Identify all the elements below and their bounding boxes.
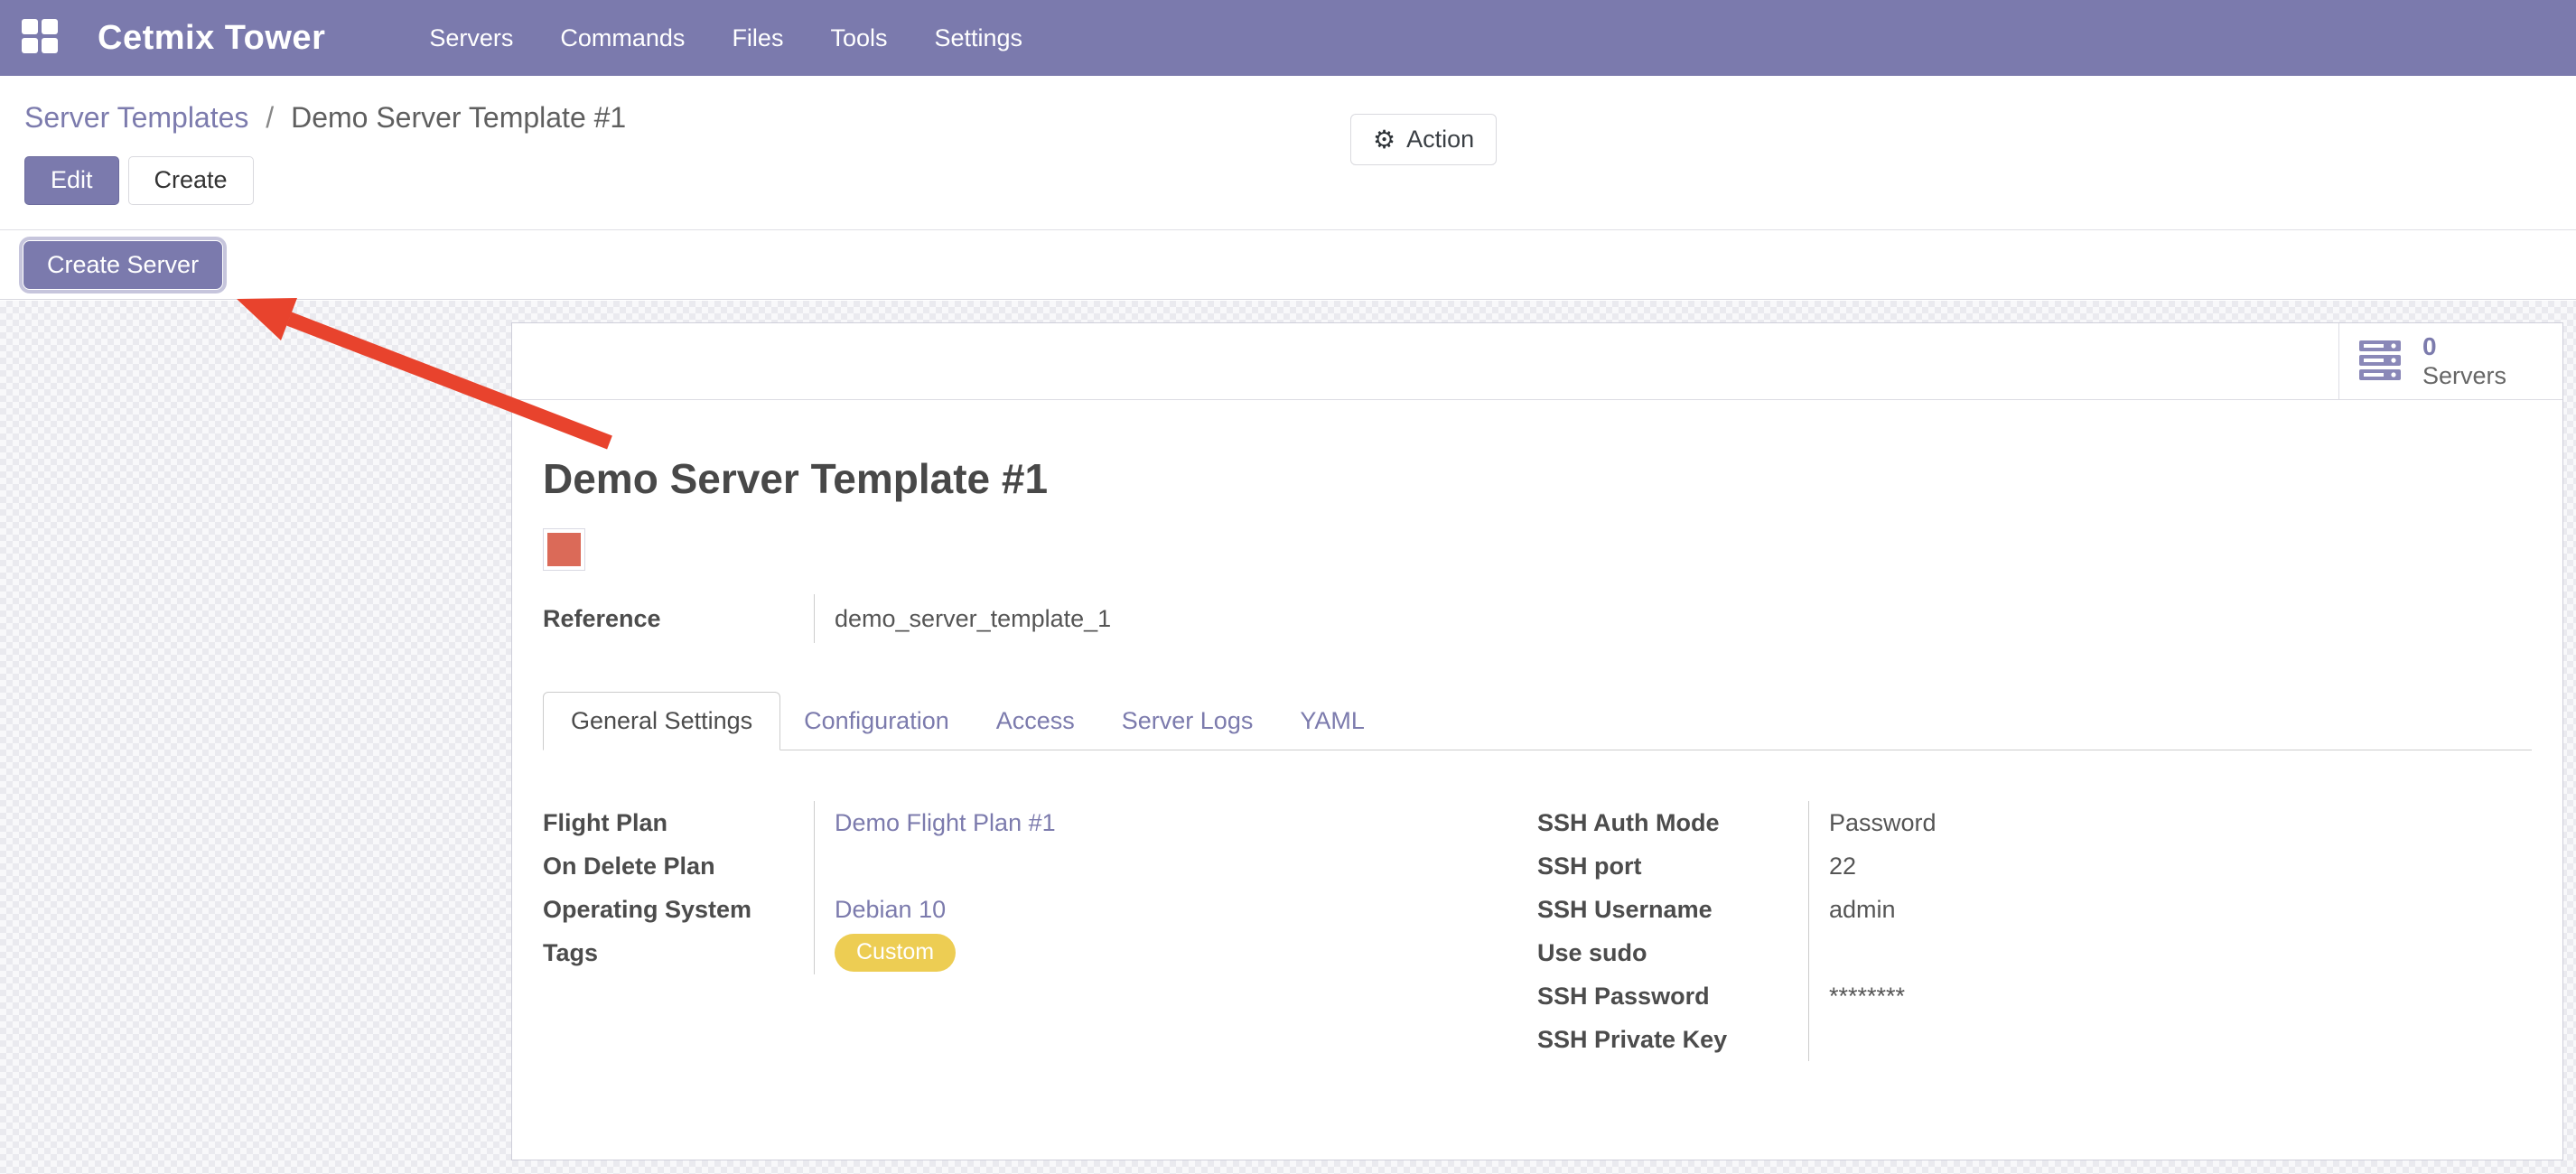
tab-yaml[interactable]: YAML bbox=[1276, 693, 1388, 750]
field-row-on-delete-plan: On Delete Plan bbox=[543, 844, 1537, 888]
ssh-port-label: SSH port bbox=[1537, 853, 1808, 880]
field-row-use-sudo: Use sudo bbox=[1537, 931, 2532, 974]
breadcrumb: Server Templates / Demo Server Template … bbox=[24, 101, 2576, 135]
field-row-operating-system: Operating System Debian 10 bbox=[543, 888, 1537, 931]
breadcrumb-parent-link[interactable]: Server Templates bbox=[24, 101, 248, 134]
main-menu: Servers Commands Files Tools Settings bbox=[429, 24, 1022, 52]
top-navbar: Cetmix Tower Servers Commands Files Tool… bbox=[0, 0, 2576, 76]
tab-access[interactable]: Access bbox=[973, 693, 1098, 750]
general-settings-panel: Flight Plan Demo Flight Plan #1 On Delet… bbox=[543, 801, 2532, 1061]
use-sudo-value bbox=[1808, 931, 2532, 974]
sheet-body: Demo Server Template #1 Reference demo_s… bbox=[512, 454, 2562, 1061]
stat-text: 0 Servers bbox=[2422, 332, 2506, 389]
field-row-tags: Tags Custom bbox=[543, 931, 1537, 974]
reference-field-row: Reference demo_server_template_1 bbox=[543, 594, 2532, 643]
ssh-port-value: 22 bbox=[1808, 844, 2532, 888]
menu-item-servers[interactable]: Servers bbox=[429, 24, 513, 52]
create-server-button[interactable]: Create Server bbox=[23, 240, 223, 290]
create-button[interactable]: Create bbox=[128, 156, 254, 205]
field-row-ssh-password: SSH Password ******** bbox=[1537, 974, 2532, 1018]
field-group-right: SSH Auth Mode Password SSH port 22 SSH U… bbox=[1537, 801, 2532, 1061]
on-delete-plan-value bbox=[814, 844, 1537, 888]
ssh-password-label: SSH Password bbox=[1537, 983, 1808, 1011]
edit-button[interactable]: Edit bbox=[24, 156, 119, 205]
record-title: Demo Server Template #1 bbox=[543, 454, 2532, 503]
ssh-password-value: ******** bbox=[1808, 974, 2532, 1018]
ssh-username-value: admin bbox=[1808, 888, 2532, 931]
ssh-private-key-value bbox=[1808, 1018, 2532, 1061]
action-button-label: Action bbox=[1406, 126, 1474, 154]
ssh-auth-mode-label: SSH Auth Mode bbox=[1537, 809, 1808, 837]
ssh-username-label: SSH Username bbox=[1537, 896, 1808, 924]
field-group-left: Flight Plan Demo Flight Plan #1 On Delet… bbox=[543, 801, 1537, 1061]
stat-count: 0 bbox=[2422, 332, 2506, 361]
tab-general-settings[interactable]: General Settings bbox=[543, 692, 780, 750]
action-dropdown-button[interactable]: ⚙ Action bbox=[1350, 114, 1497, 165]
tab-configuration[interactable]: Configuration bbox=[780, 693, 973, 750]
field-row-flight-plan: Flight Plan Demo Flight Plan #1 bbox=[543, 801, 1537, 844]
statusbar-strip: Create Server bbox=[0, 230, 2576, 300]
flight-plan-label: Flight Plan bbox=[543, 809, 814, 837]
color-swatch-fill bbox=[547, 533, 581, 566]
color-picker-swatch bbox=[543, 528, 585, 571]
field-row-ssh-username: SSH Username admin bbox=[1537, 888, 2532, 931]
breadcrumb-current: Demo Server Template #1 bbox=[291, 101, 626, 134]
ssh-private-key-label: SSH Private Key bbox=[1537, 1026, 1808, 1054]
operating-system-label: Operating System bbox=[543, 896, 814, 924]
button-box: 0 Servers bbox=[512, 323, 2562, 400]
gear-icon: ⚙ bbox=[1373, 125, 1395, 154]
app-brand: Cetmix Tower bbox=[98, 19, 325, 58]
menu-item-tools[interactable]: Tools bbox=[830, 24, 887, 52]
operating-system-link[interactable]: Debian 10 bbox=[835, 896, 946, 924]
breadcrumb-separator: / bbox=[266, 101, 274, 134]
apps-grid-icon[interactable] bbox=[22, 19, 63, 57]
reference-value: demo_server_template_1 bbox=[814, 594, 2532, 643]
field-row-ssh-auth-mode: SSH Auth Mode Password bbox=[1537, 801, 2532, 844]
tab-server-logs[interactable]: Server Logs bbox=[1098, 693, 1277, 750]
on-delete-plan-label: On Delete Plan bbox=[543, 853, 814, 880]
notebook-tabs: General Settings Configuration Access Se… bbox=[543, 692, 2532, 750]
stat-label: Servers bbox=[2422, 362, 2506, 390]
menu-item-commands[interactable]: Commands bbox=[560, 24, 685, 52]
servers-stat-button[interactable]: 0 Servers bbox=[2338, 323, 2562, 399]
menu-item-settings[interactable]: Settings bbox=[934, 24, 1022, 52]
tags-label: Tags bbox=[543, 939, 814, 967]
control-panel-buttons: Edit Create bbox=[24, 156, 2576, 205]
menu-item-files[interactable]: Files bbox=[732, 24, 783, 52]
tag-badge-custom: Custom bbox=[835, 934, 956, 972]
ssh-auth-mode-value: Password bbox=[1808, 801, 2532, 844]
form-view-background: 0 Servers Demo Server Template #1 Refere… bbox=[0, 301, 2576, 1174]
field-row-ssh-port: SSH port 22 bbox=[1537, 844, 2532, 888]
form-sheet: 0 Servers Demo Server Template #1 Refere… bbox=[511, 322, 2563, 1160]
flight-plan-link[interactable]: Demo Flight Plan #1 bbox=[835, 809, 1056, 837]
use-sudo-label: Use sudo bbox=[1537, 939, 1808, 967]
servers-stack-icon bbox=[2359, 340, 2406, 383]
field-row-ssh-private-key: SSH Private Key bbox=[1537, 1018, 2532, 1061]
control-panel: Server Templates / Demo Server Template … bbox=[0, 76, 2576, 230]
reference-label: Reference bbox=[543, 605, 814, 633]
